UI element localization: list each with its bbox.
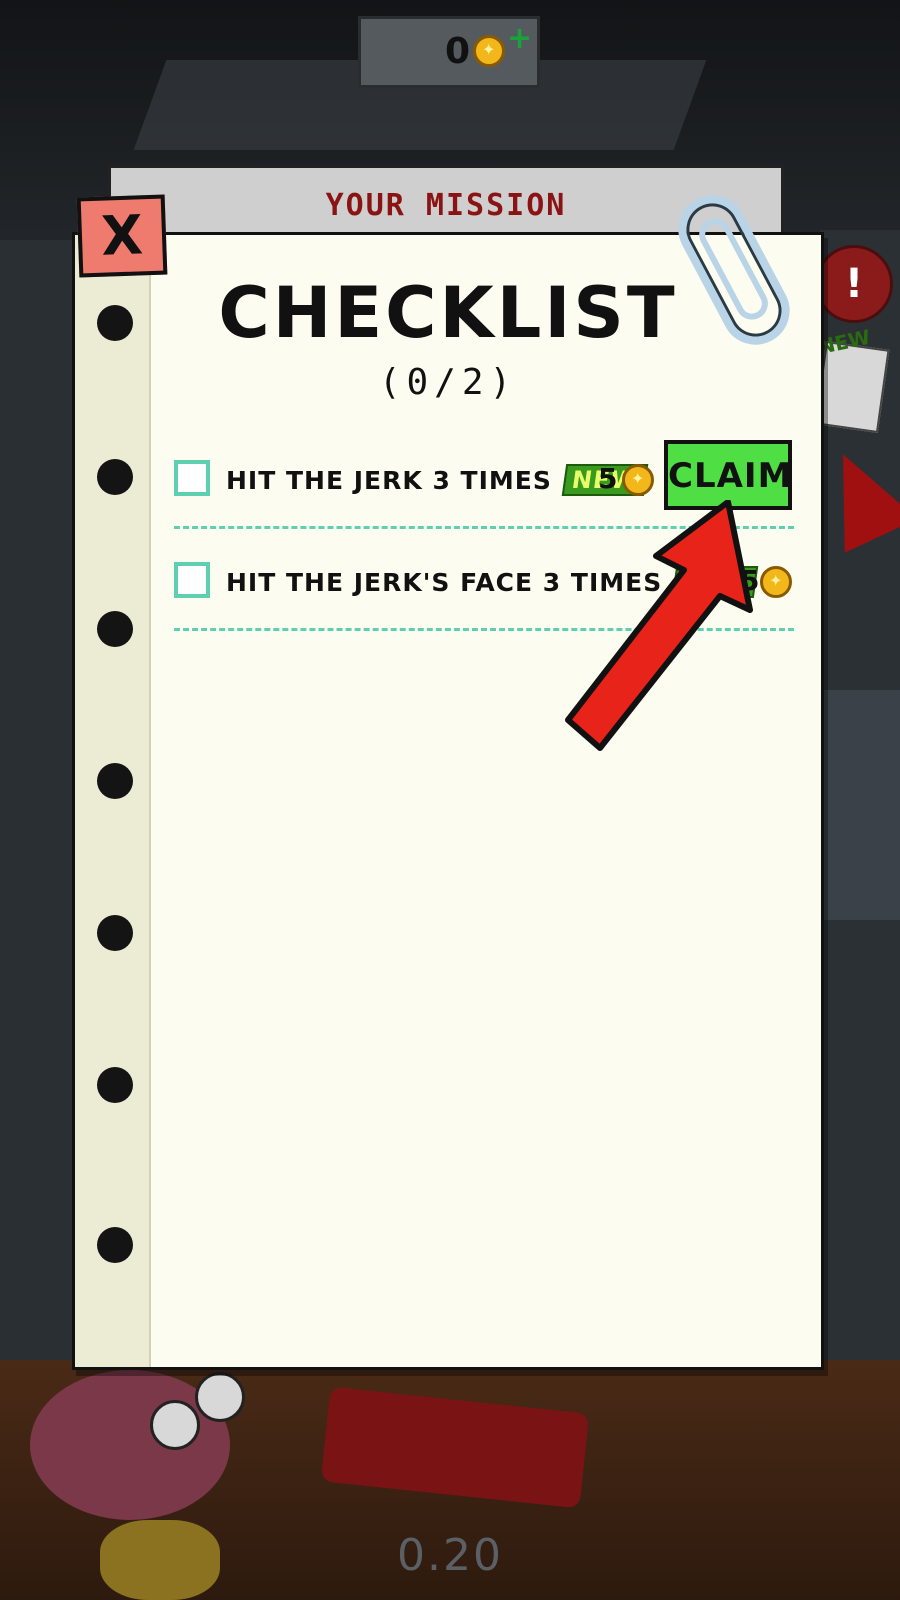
claim-label: CLAIM xyxy=(668,456,793,496)
close-button[interactable]: X xyxy=(76,194,168,278)
wall-left xyxy=(0,240,80,1360)
piggy-eye xyxy=(195,1372,245,1422)
sheet-margin xyxy=(75,235,151,1367)
binder-hole xyxy=(97,915,133,951)
task-label: HIT THE JERK 3 TIMES NEW xyxy=(226,464,649,496)
piggy-eye xyxy=(150,1400,200,1450)
task-checkbox xyxy=(174,460,210,496)
task-checkbox xyxy=(174,562,210,598)
timer-readout: 0.20 xyxy=(397,1530,503,1581)
no-connection-icon[interactable]: ! xyxy=(815,245,893,323)
coin-icon xyxy=(622,464,654,496)
tutorial-arrow-icon xyxy=(565,500,753,751)
binder-hole xyxy=(97,459,133,495)
task-reward-amount: 5 xyxy=(598,462,618,495)
binder-hole xyxy=(97,763,133,799)
binder-hole xyxy=(97,1227,133,1263)
coin-icon xyxy=(473,35,505,67)
binder-hole xyxy=(97,1067,133,1103)
checklist-progress: (0/2) xyxy=(378,362,518,403)
add-coins-icon[interactable]: + xyxy=(507,21,532,56)
close-icon: X xyxy=(100,203,144,268)
coin-counter[interactable]: 0 + xyxy=(358,16,540,88)
binder-hole xyxy=(97,611,133,647)
piggy-bank xyxy=(30,1370,245,1520)
coin-count: 0 xyxy=(445,31,471,72)
task-label-text: HIT THE JERK 3 TIMES xyxy=(226,466,552,495)
checklist-heading: CHECKLIST xyxy=(218,272,678,354)
filing-cabinet xyxy=(820,690,900,920)
